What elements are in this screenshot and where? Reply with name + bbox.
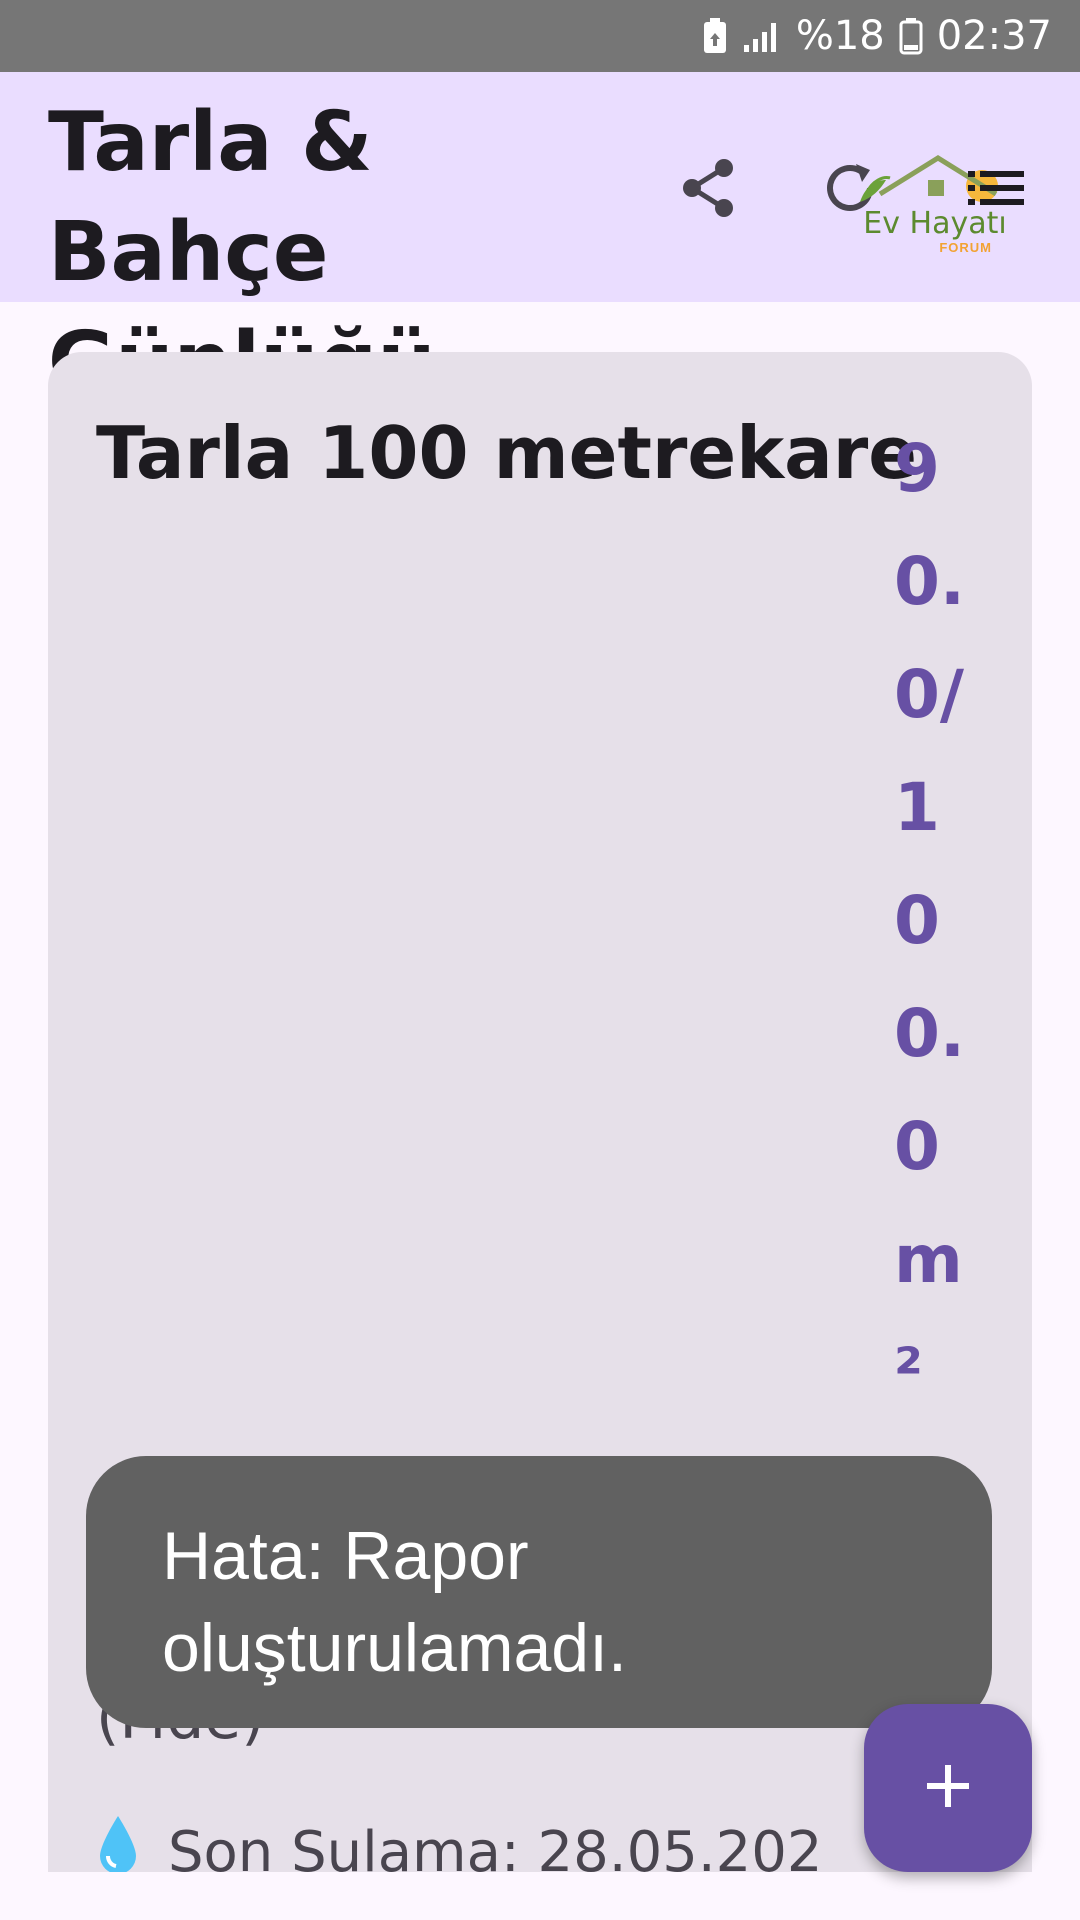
logo-subtext: FORUM [939, 240, 992, 255]
clock: 02:37 [936, 13, 1052, 59]
add-button[interactable] [864, 1704, 1032, 1872]
battery-icon [899, 17, 923, 55]
share-button[interactable] [670, 152, 746, 228]
battery-percent: %18 [795, 13, 885, 59]
field-area: 90.0/100.0m² [894, 430, 965, 1411]
last-watering-label: Son Sulama: 28.05.202 [168, 1819, 823, 1873]
status-bar: %18 02:37 [0, 0, 1080, 72]
field-title: Tarla 100 metrekare [96, 411, 918, 495]
last-watering: Son Sulama: 28.05.202 [96, 1814, 823, 1872]
list-icon [966, 168, 1026, 213]
plus-icon [923, 1761, 973, 1816]
droplet-icon [96, 1814, 140, 1872]
share-icon [678, 156, 738, 225]
signal-icon [742, 19, 782, 53]
list-view-button[interactable] [958, 152, 1034, 228]
battery-saver-icon [702, 17, 728, 55]
error-toast: Hata: Rapor oluşturulamadı. [86, 1456, 992, 1728]
app-bar: Tarla & Bahçe Günlüğü Ev Hayatı FORUM [0, 72, 1080, 410]
